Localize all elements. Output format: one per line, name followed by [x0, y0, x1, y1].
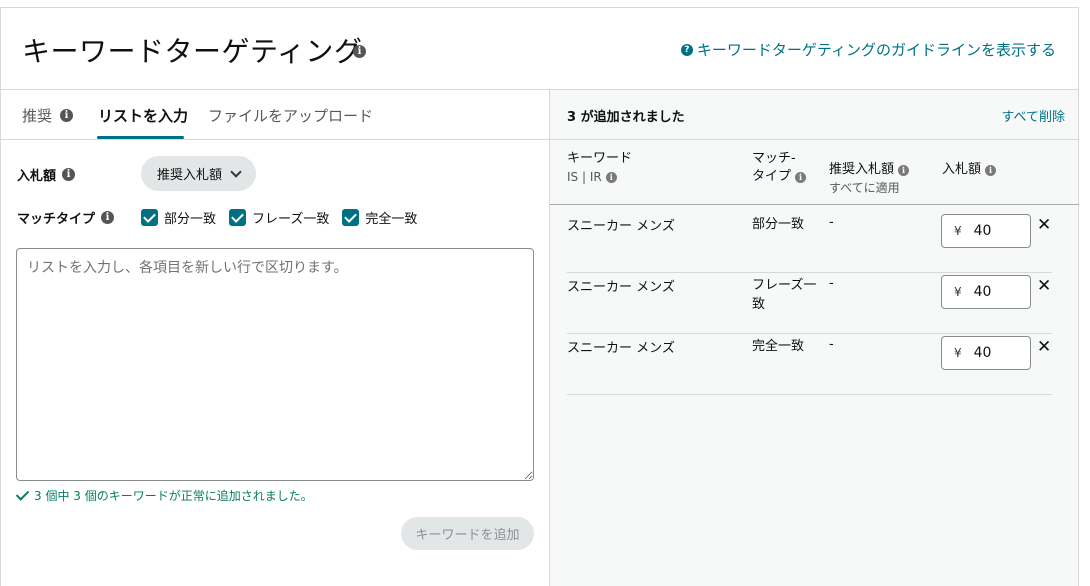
apply-to-all-link[interactable]: すべてに適用	[829, 179, 909, 197]
remove-icon[interactable]: ✕	[1037, 215, 1051, 235]
tab-bar: 推奨 i リストを入力 ファイルをアップロード	[1, 90, 549, 140]
info-icon[interactable]: i	[62, 168, 76, 181]
column-suggested-bid: 推奨入札額 i すべてに適用	[829, 161, 910, 197]
info-icon[interactable]: i	[353, 45, 366, 58]
added-header: 3 が追加されました すべて削除	[550, 90, 1079, 140]
info-icon[interactable]: i	[985, 164, 997, 176]
bid-input[interactable]: ¥ 40	[941, 275, 1031, 309]
tab-upload-file[interactable]: ファイルをアップロード	[208, 102, 373, 128]
added-count: 3 が追加されました	[567, 110, 685, 125]
column-bid: 入札額 i	[942, 161, 997, 179]
info-icon[interactable]: i	[101, 211, 115, 224]
checkbox-phrase[interactable]: フレーズ一致	[229, 208, 329, 227]
match-type-label: マッチタイプ i	[17, 208, 115, 227]
bid-dropdown[interactable]: 推奨入札額	[141, 156, 256, 191]
tab-suggested[interactable]: 推奨 i	[22, 102, 74, 128]
checkbox-checked-icon[interactable]	[229, 209, 247, 226]
info-icon[interactable]: i	[898, 164, 910, 176]
remove-icon[interactable]: ✕	[1037, 276, 1051, 296]
chevron-down-icon	[230, 165, 242, 178]
panel-header: キーワードターゲティング i ? キーワードターゲティングのガイドラインを表示す…	[1, 8, 1078, 90]
bid-input[interactable]: ¥ 40	[941, 214, 1031, 248]
tab-enter-list[interactable]: リストを入力	[98, 102, 188, 128]
keyword-row: スニーカー メンズ 完全一致 - ¥ 40 ✕	[567, 334, 1052, 395]
keyword-row: スニーカー メンズ 部分一致 - ¥ 40 ✕	[567, 212, 1052, 273]
remove-all-link[interactable]: すべて削除	[1001, 106, 1065, 125]
checkbox-checked-icon[interactable]	[141, 209, 158, 226]
column-keyword: キーワード IS | IR i	[567, 151, 633, 184]
checkbox-broad[interactable]: 部分一致	[141, 208, 216, 227]
active-tab-indicator	[97, 136, 184, 139]
keyword-list-input[interactable]	[16, 248, 534, 481]
add-keywords-button[interactable]: キーワードを追加	[401, 517, 534, 550]
keyword-targeting-panel: キーワードターゲティング i ? キーワードターゲティングのガイドラインを表示す…	[0, 7, 1079, 586]
keyword-input-section: 推奨 i リストを入力 ファイルをアップロード 入札額 i 推奨入札額 マッチタ…	[1, 90, 549, 586]
bid-label: 入札額 i	[17, 165, 76, 184]
header-divider	[550, 204, 1079, 205]
keyword-row: スニーカー メンズ フレーズ一致 - ¥ 40 ✕	[567, 273, 1052, 334]
success-message: 3 個中 3 個のキーワードが正常に追加されました。	[15, 487, 313, 504]
bid-input[interactable]: ¥ 40	[941, 336, 1031, 370]
page-title: キーワードターゲティング	[22, 35, 363, 68]
checkbox-checked-icon[interactable]	[342, 209, 360, 226]
guidelines-link-label: キーワードターゲティングのガイドラインを表示する	[696, 41, 1056, 59]
match-type-options: 部分一致 フレーズ一致 完全一致	[141, 208, 417, 227]
info-icon[interactable]: i	[795, 171, 807, 183]
info-icon[interactable]: i	[60, 108, 74, 122]
remove-icon[interactable]: ✕	[1037, 337, 1051, 357]
help-icon: ?	[680, 43, 693, 56]
checkbox-exact[interactable]: 完全一致	[342, 208, 417, 227]
column-match-type: マッチ- タイプ i	[752, 150, 807, 186]
added-keywords-section: 3 が追加されました すべて削除 キーワード IS | IR i マッチ- タイ…	[549, 90, 1079, 586]
guidelines-link[interactable]: ? キーワードターゲティングのガイドラインを表示する	[680, 39, 1056, 60]
check-icon	[15, 487, 30, 501]
info-icon[interactable]: i	[605, 171, 617, 183]
